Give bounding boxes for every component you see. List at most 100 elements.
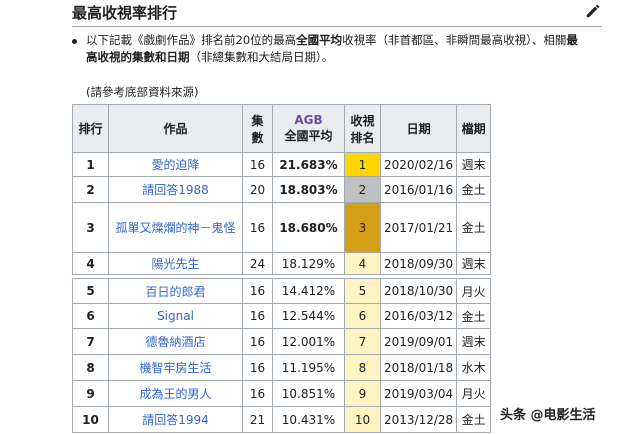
cell-rating: 21.683% — [272, 152, 345, 177]
cell-rating-rank: 6 — [344, 303, 381, 329]
cell-episodes: 16 — [242, 152, 273, 177]
intro-part1: 以下記載《戲劇作品》排名前20位的最高 — [86, 33, 297, 47]
cell-date: 2013/12/28 — [379, 406, 458, 433]
cell-rating-rank: 7 — [344, 328, 381, 355]
cell-slot: 金土 — [456, 176, 492, 203]
intro-bold1: 全國平均 — [296, 33, 343, 47]
cell-title-link[interactable]: 百日的郎君 — [108, 278, 243, 304]
bullet-point — [72, 39, 77, 44]
section-heading: 最高收視率排行 — [72, 0, 602, 27]
cell-rating: 12.544% — [272, 303, 345, 329]
cell-slot: 週末 — [456, 252, 492, 275]
ratings-table-bottom: 5 百日的郎君 16 14.412% 5 2018/10/30 月火 6 Sig… — [72, 278, 492, 433]
cell-date: 2018/09/30 — [379, 252, 458, 275]
table-row: 1 愛的迫降 16 21.683% 1 2020/02/16 週末 — [72, 152, 492, 177]
intro-part2: 收視率（非首都區、非瞬間最高收視）、相關 — [342, 33, 567, 47]
table-row: 5 百日的郎君 16 14.412% 5 2018/10/30 月火 — [72, 278, 492, 304]
table-row: 7 德魯納酒店 16 12.001% 7 2019/09/01 週末 — [72, 328, 492, 355]
header-episodes[interactable]: 集數 — [242, 104, 273, 153]
cell-rating: 10.851% — [272, 380, 345, 407]
cell-title-link[interactable]: 機智牢房生活 — [108, 354, 243, 381]
cell-rating: 11.195% — [272, 354, 345, 381]
cell-episodes: 16 — [242, 354, 273, 381]
table-row: 4 陽光先生 24 18.129% 4 2018/09/30 週末 — [72, 252, 492, 275]
cell-episodes: 16 — [242, 202, 273, 253]
cell-rating: 18.129% — [272, 252, 345, 275]
cell-date: 2018/10/30 — [379, 278, 458, 304]
watermark: 头条 @电影生活 — [498, 404, 598, 423]
cell-rank: 8 — [72, 354, 109, 381]
reference-note: (請參考底部資料來源) — [86, 85, 199, 99]
cell-title-link[interactable]: 孤單又燦爛的神－鬼怪 — [108, 202, 243, 253]
cell-rating-rank: 8 — [344, 354, 381, 381]
cell-date: 2016/01/16 — [379, 176, 458, 203]
cell-episodes: 24 — [242, 252, 273, 275]
cell-date: 2020/02/16 — [379, 152, 458, 177]
cell-rank: 1 — [72, 152, 109, 177]
cell-rating-rank: 10 — [344, 406, 381, 433]
cell-rating-rank: 3 — [344, 202, 381, 253]
header-slot[interactable]: 檔期 — [456, 104, 492, 153]
cell-slot: 金土 — [456, 303, 492, 329]
cell-rating-rank: 4 — [344, 252, 381, 275]
table-header-row: 排行 作品 集數 AGB 全國平均 收視排名 日期 檔期 — [72, 104, 492, 153]
table-row: 6 Signal 16 12.544% 6 2016/03/12 金土 — [72, 303, 492, 329]
cell-rating: 18.803% — [272, 176, 345, 203]
cell-slot: 週末 — [456, 152, 492, 177]
pencil-icon[interactable] — [584, 2, 602, 20]
cell-title-link[interactable]: Signal — [108, 303, 243, 329]
header-rating-rank-line1: 收視 — [350, 113, 375, 128]
section-title: 最高收視率排行 — [72, 4, 178, 22]
cell-date: 2016/03/12 — [379, 303, 458, 329]
cell-episodes: 21 — [242, 406, 273, 433]
cell-rank: 2 — [72, 176, 109, 203]
cell-rank: 3 — [72, 202, 109, 253]
cell-date: 2018/01/18 — [379, 354, 458, 381]
cell-slot: 水木 — [456, 354, 492, 381]
cell-episodes: 16 — [242, 380, 273, 407]
cell-title-link[interactable]: 請回答1994 — [108, 406, 243, 433]
table-row: 10 請回答1994 21 10.431% 10 2013/12/28 金土 — [72, 406, 492, 433]
cell-slot: 金土 — [456, 202, 492, 253]
header-date[interactable]: 日期 — [379, 104, 458, 153]
intro-text: 以下記載《戲劇作品》排名前20位的最高全國平均收視率（非首都區、非瞬間最高收視）… — [86, 32, 586, 66]
cell-slot: 月火 — [456, 278, 492, 304]
cell-date: 2019/09/01 — [379, 328, 458, 355]
cell-title-link[interactable]: 請回答1988 — [108, 176, 243, 203]
cell-rating-rank: 1 — [344, 152, 381, 177]
header-rank[interactable]: 排行 — [72, 104, 109, 153]
cell-rating: 18.680% — [272, 202, 345, 253]
intro-part3: （非總集數和大結局日期）。 — [189, 50, 334, 64]
table-row: 3 孤單又燦爛的神－鬼怪 16 18.680% 3 2017/01/21 金土 — [72, 202, 492, 253]
table-row: 9 成為王的男人 16 10.851% 9 2019/03/04 月火 — [72, 380, 492, 407]
header-rating-rank-line2: 排名 — [350, 130, 375, 145]
cell-slot: 週末 — [456, 328, 492, 355]
cell-episodes: 16 — [242, 303, 273, 329]
header-agb[interactable]: AGB 全國平均 — [272, 104, 345, 153]
cell-slot: 月火 — [456, 380, 492, 407]
cell-rank: 4 — [72, 252, 109, 275]
ratings-table-top: 排行 作品 集數 AGB 全國平均 收視 排名 日期 檔期 1 愛的迫降 16 21… — [72, 104, 492, 275]
cell-rating-rank: 5 — [344, 278, 381, 304]
cell-rank: 6 — [72, 303, 109, 329]
cell-title-link[interactable]: 陽光先生 — [108, 252, 243, 275]
cell-episodes: 20 — [242, 176, 273, 203]
cell-title-link[interactable]: 愛的迫降 — [108, 152, 243, 177]
cell-title-link[interactable]: 德魯納酒店 — [108, 328, 243, 355]
cell-date: 2019/03/04 — [379, 380, 458, 407]
header-agb-brand: AGB — [294, 113, 323, 127]
header-title[interactable]: 作品 — [108, 104, 243, 153]
cell-date: 2017/01/21 — [379, 202, 458, 253]
table-row: 2 請回答1988 20 18.803% 2 2016/01/16 金土 — [72, 176, 492, 203]
cell-rating: 12.001% — [272, 328, 345, 355]
header-rating-rank[interactable]: 收視 排名 — [344, 104, 381, 153]
cell-rank: 5 — [72, 278, 109, 304]
cell-rank: 7 — [72, 328, 109, 355]
table-row: 8 機智牢房生活 16 11.195% 8 2018/01/18 水木 — [72, 354, 492, 381]
header-agb-label: 全國平均 — [284, 129, 333, 143]
cell-episodes: 16 — [242, 278, 273, 304]
cell-title-link[interactable]: 成為王的男人 — [108, 380, 243, 407]
cell-rank: 10 — [72, 406, 109, 433]
cell-rating: 10.431% — [272, 406, 345, 433]
cell-rating-rank: 9 — [344, 380, 381, 407]
